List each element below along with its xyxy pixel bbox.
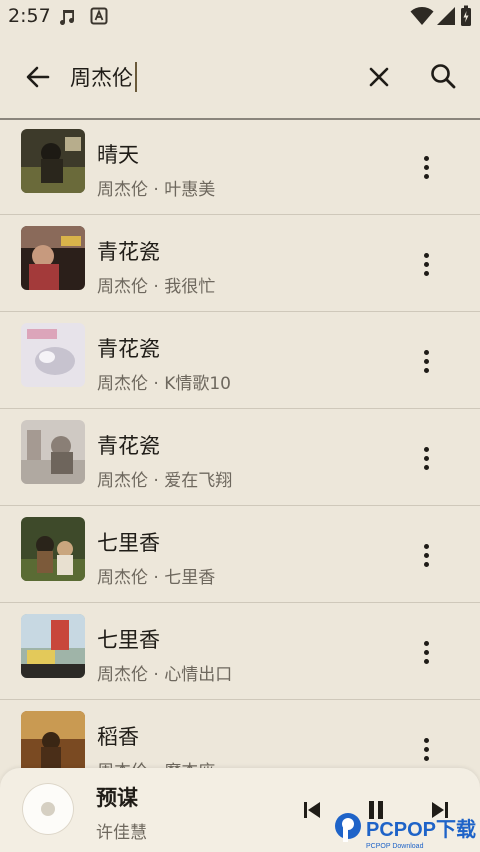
- song-title: 青花瓷: [97, 337, 160, 361]
- search-bar: 周杰伦: [0, 34, 480, 120]
- song-row[interactable]: 青花瓷 周杰伦 · 爱在飞翔: [0, 409, 480, 506]
- song-title: 稻香: [97, 725, 139, 749]
- album-cover: [21, 711, 85, 768]
- song-subtitle: 周杰伦 · 叶惠美: [97, 180, 216, 200]
- song-row[interactable]: 晴天 周杰伦 · 叶惠美: [0, 118, 480, 215]
- search-input[interactable]: 周杰伦: [70, 62, 137, 92]
- signal-icon: [437, 7, 455, 25]
- watermark-text: PCPOP下载: [366, 817, 476, 841]
- album-cover: [21, 420, 85, 484]
- text-caret: [135, 62, 137, 92]
- more-vert-icon[interactable]: [416, 249, 436, 277]
- now-playing-artist: 许佳慧: [96, 823, 147, 843]
- search-query-text: 周杰伦: [70, 66, 133, 90]
- album-cover: [21, 129, 85, 193]
- skip-previous-icon[interactable]: [300, 798, 324, 822]
- song-title: 七里香: [97, 628, 160, 652]
- more-vert-icon[interactable]: [416, 540, 436, 568]
- song-subtitle: 周杰伦 · 心情出口: [97, 665, 233, 685]
- battery-icon: [461, 5, 471, 26]
- song-row[interactable]: 七里香 周杰伦 · 七里香: [0, 506, 480, 603]
- song-row[interactable]: 稻香 周杰伦 · 魔杰座: [0, 700, 480, 768]
- song-subtitle: 周杰伦 · 七里香: [97, 568, 216, 588]
- now-playing-title: 预谋: [96, 786, 138, 810]
- pcpop-watermark-logo: PCPOP下载 PCPOP Download: [335, 813, 476, 850]
- song-subtitle: 周杰伦 · K情歌10: [97, 374, 231, 394]
- song-title: 晴天: [97, 143, 139, 167]
- song-subtitle: 周杰伦 · 我很忙: [97, 277, 216, 297]
- more-vert-icon[interactable]: [416, 637, 436, 665]
- song-row[interactable]: 青花瓷 周杰伦 · K情歌10: [0, 312, 480, 409]
- close-icon[interactable]: [364, 62, 394, 92]
- music-note-icon: [60, 10, 74, 25]
- search-results-list: 晴天 周杰伦 · 叶惠美 青花瓷 周杰伦 · 我很忙 青花瓷 周杰伦 · K情歌…: [0, 118, 480, 768]
- status-time: 2:57: [8, 5, 51, 27]
- status-bar: 2:57: [0, 0, 480, 34]
- more-vert-icon[interactable]: [416, 346, 436, 374]
- album-cover: [21, 323, 85, 387]
- more-vert-icon[interactable]: [416, 734, 436, 762]
- song-subtitle: 周杰伦 · 爱在飞翔: [97, 471, 233, 491]
- album-cover: [21, 614, 85, 678]
- song-row[interactable]: 七里香 周杰伦 · 心情出口: [0, 603, 480, 700]
- arrow-left-icon[interactable]: [22, 61, 54, 93]
- more-vert-icon[interactable]: [416, 152, 436, 180]
- album-cover: [21, 517, 85, 581]
- album-disc-icon: [22, 783, 74, 835]
- song-title: 青花瓷: [97, 240, 160, 264]
- watermark-subtext: PCPOP Download: [366, 843, 424, 850]
- song-subtitle: 周杰伦 · 魔杰座: [97, 757, 215, 768]
- song-title: 青花瓷: [97, 434, 160, 458]
- a-box-icon: [90, 7, 108, 25]
- album-cover: [21, 226, 85, 290]
- search-icon[interactable]: [428, 61, 458, 91]
- more-vert-icon[interactable]: [416, 443, 436, 471]
- song-title: 七里香: [97, 531, 160, 555]
- wifi-icon: [410, 7, 434, 25]
- song-row[interactable]: 青花瓷 周杰伦 · 我很忙: [0, 215, 480, 312]
